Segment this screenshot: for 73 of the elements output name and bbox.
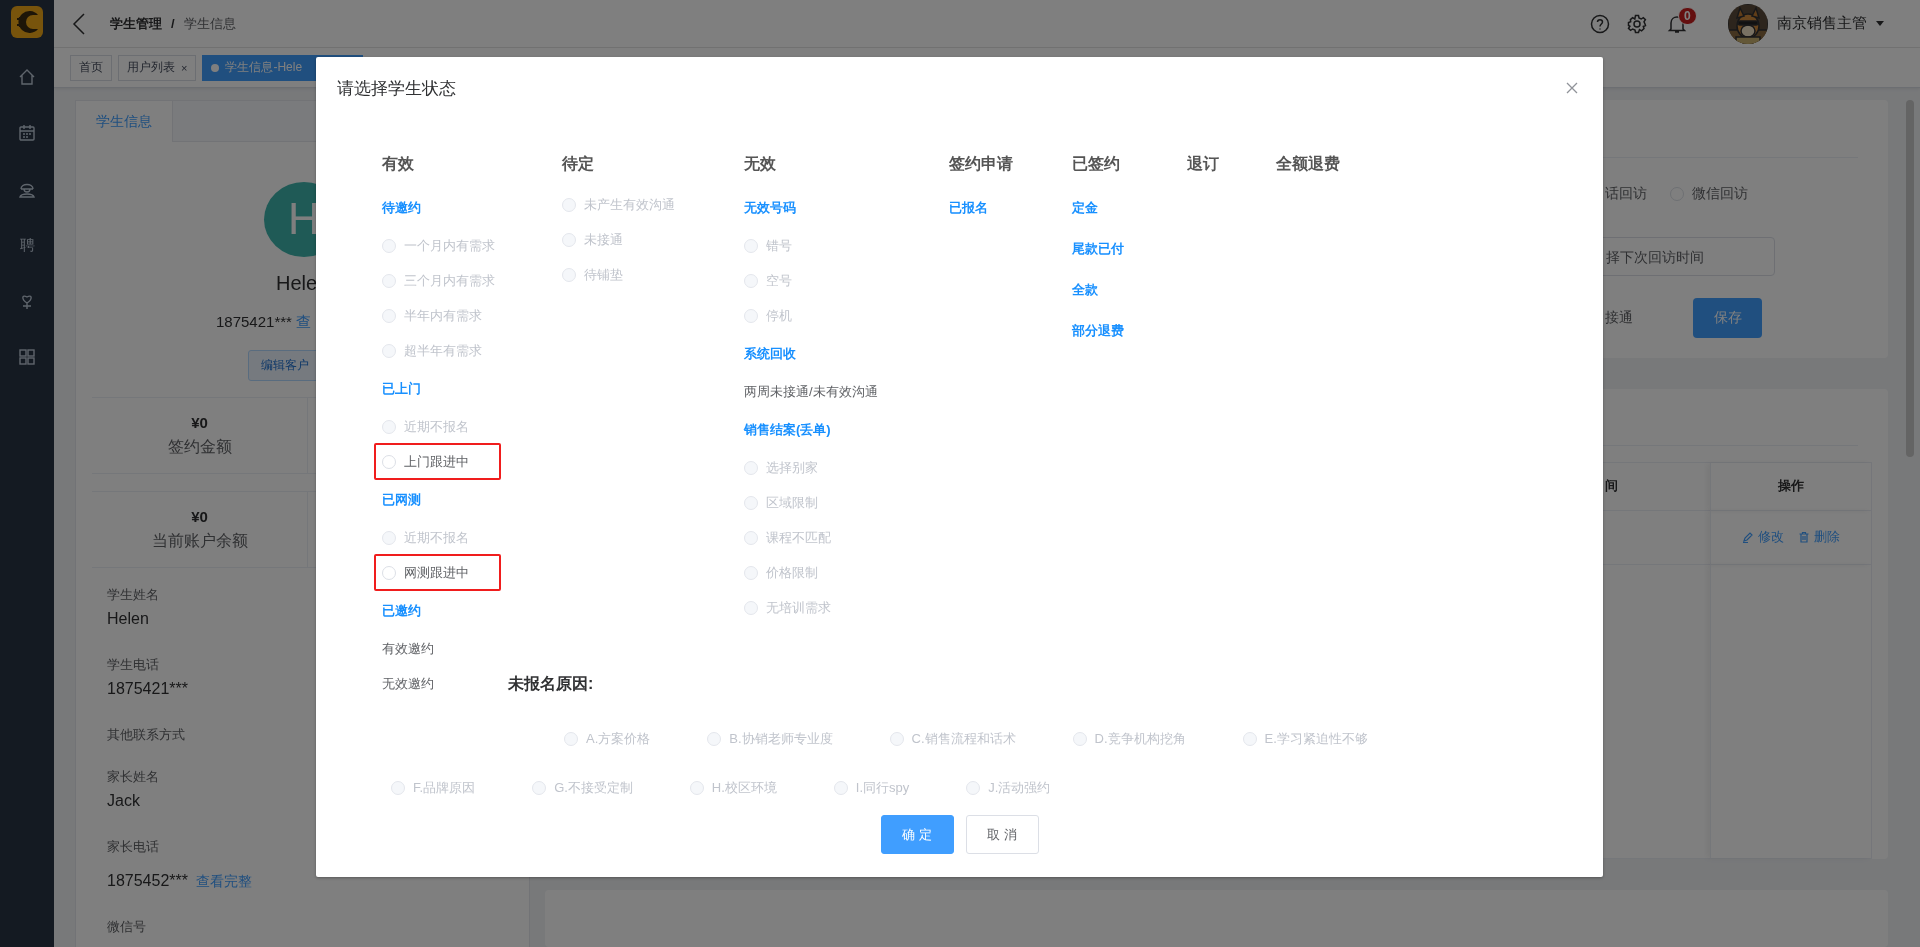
action-link[interactable]: 修改	[1742, 528, 1784, 547]
help-icon[interactable]	[1590, 13, 1610, 34]
group-label: 全款	[1072, 281, 1098, 299]
notification-badge: 0	[1678, 6, 1697, 25]
field-label: 其他联系方式	[107, 726, 185, 744]
field-value: Helen	[107, 610, 149, 627]
group-label: 尾款已付	[1072, 240, 1124, 258]
group-label: 部分退费	[1072, 322, 1124, 340]
field-label: 微信号	[107, 918, 146, 936]
column-heading: 有效	[382, 154, 414, 174]
field-value: 1875421***	[107, 680, 188, 697]
pencil-icon	[1742, 531, 1754, 544]
confirm-button[interactable]: 确 定	[880, 815, 954, 854]
action-link[interactable]: 删除	[1798, 528, 1840, 547]
group-label: 已报名	[949, 199, 988, 217]
section-title: 未报名原因:	[508, 674, 594, 694]
field-value: Jack	[107, 792, 140, 809]
column-header: 操作	[1778, 477, 1804, 496]
group-label: 无效号码	[744, 199, 796, 217]
column-heading: 全额退费	[1276, 154, 1340, 174]
radio-option[interactable]: 上门跟进中	[382, 452, 469, 471]
field-label: 学生电话	[107, 656, 159, 674]
status-option[interactable]: 无效邀约	[382, 666, 434, 701]
column-header: 间	[1605, 477, 1618, 496]
option-label: 话回访	[1605, 185, 1647, 203]
field-value: 1875452***	[107, 872, 188, 889]
column-heading: 签约申请	[949, 154, 1013, 174]
home-icon[interactable]	[17, 67, 37, 87]
calendar-icon[interactable]	[17, 123, 37, 143]
sidebar-item[interactable]: 聘	[19, 235, 35, 255]
field-label: 学生姓名	[107, 586, 159, 604]
phone-number: 1875421***	[216, 312, 292, 330]
trash-icon	[1798, 531, 1810, 544]
caret-icon[interactable]	[1876, 21, 1884, 26]
group-label: 定金	[1072, 199, 1098, 217]
student-name: Hele	[276, 270, 318, 296]
group-label: 已上门	[382, 380, 421, 398]
status-text: 接通	[1605, 309, 1633, 327]
settings-icon[interactable]	[1627, 13, 1647, 34]
tab[interactable]: 学生信息	[76, 101, 173, 142]
stat-value: ¥0	[191, 507, 208, 525]
breadcrumb-item: 学生信息	[183, 14, 236, 33]
stat-label: 签约金额	[167, 436, 232, 457]
user-name[interactable]: 南京销售主管	[1777, 14, 1867, 33]
field-label: 家长电话	[107, 838, 159, 856]
group-label: 销售结案(丢单)	[744, 421, 831, 439]
field-label: 家长姓名	[107, 768, 159, 786]
group-label: 已邀约	[382, 602, 421, 620]
column-heading: 已签约	[1072, 154, 1120, 174]
tab[interactable]: 用户列表 ×	[118, 54, 197, 81]
tab[interactable]: 首页	[70, 54, 112, 81]
grid-icon[interactable]	[17, 347, 37, 367]
cancel-button[interactable]: 取 消	[965, 815, 1039, 854]
column-heading: 无效	[744, 154, 776, 174]
group-label: 待邀约	[382, 199, 421, 217]
stat-value: ¥0	[191, 413, 208, 431]
group-label: 已网测	[382, 491, 421, 509]
radio-option[interactable]: 微信回访	[1670, 185, 1748, 203]
close-icon[interactable]	[1566, 82, 1578, 94]
logo-icon[interactable]	[11, 6, 43, 38]
view-link[interactable]: 查看完整	[196, 873, 253, 889]
column-heading: 待定	[562, 154, 594, 174]
breadcrumb-item[interactable]: 学生管理	[110, 14, 162, 33]
column-heading: 退订	[1187, 154, 1219, 174]
group-label: 系统回收	[744, 345, 796, 363]
stat-label: 当前账户余额	[151, 530, 248, 551]
status-option[interactable]: 有效邀约	[382, 631, 434, 666]
view-link[interactable]: 查	[295, 312, 311, 330]
breadcrumb-separator: /	[171, 16, 175, 31]
radio-option[interactable]: 网测跟进中	[382, 563, 469, 582]
save-button[interactable]: 保存	[1693, 298, 1762, 338]
back-icon[interactable]	[72, 12, 86, 35]
status-option[interactable]: 两周未接通/未有效沟通	[744, 374, 878, 409]
